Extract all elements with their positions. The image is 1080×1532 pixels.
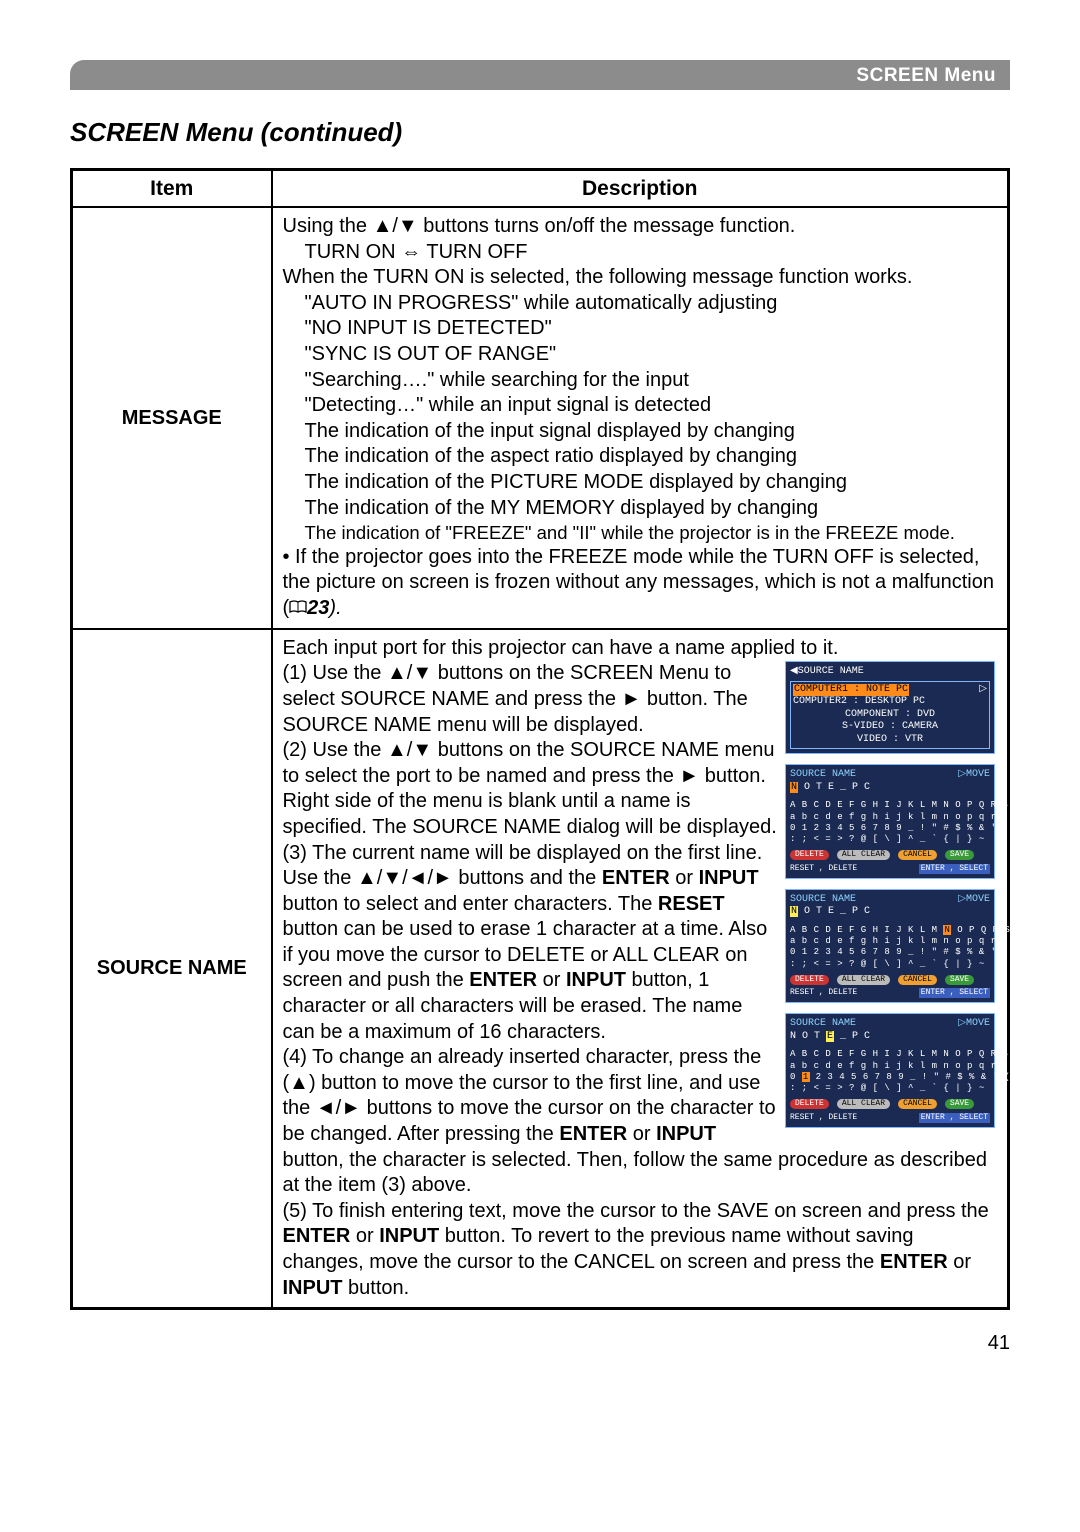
osd-dialog-3: SOURCE NAME▷MOVE N O T E _ P C A B C D E… [785, 1013, 995, 1128]
item-source-name: SOURCE NAME [72, 629, 272, 1309]
up-down-icon: ▲/▼ [387, 662, 432, 684]
leftright-icon: ⇔ [401, 241, 421, 263]
desc-source-name: Each input port for this projector can h… [272, 629, 1009, 1309]
osd-dialog-2: SOURCE NAME▷MOVE N O T E _ P C A B C D E… [785, 889, 995, 1004]
item-message: MESSAGE [72, 207, 272, 629]
header-label: SCREEN Menu [856, 64, 996, 89]
right-icon: ► [679, 765, 699, 787]
osd-screenshots: ◀SOURCE NAME COMPUTER1 : NOTE PC ▷ COMPU… [779, 661, 997, 1138]
col-header-item: Item [72, 169, 272, 207]
book-icon [289, 596, 307, 622]
osd-dialog-1: SOURCE NAME▷MOVE N O T E _ P C A B C D E… [785, 764, 995, 879]
up-down-icon: ▲/▼ [373, 215, 418, 237]
all-arrows-icon: ▲/▼/◄/► [357, 867, 453, 889]
section-title: SCREEN Menu (continued) [70, 116, 1010, 150]
menu-table: Item Description MESSAGE Using the ▲/▼ b… [70, 168, 1010, 1310]
page-number: 41 [70, 1330, 1010, 1356]
table-row: MESSAGE Using the ▲/▼ buttons turns on/o… [72, 207, 1009, 629]
up-icon: ▲ [289, 1072, 309, 1094]
col-header-description: Description [272, 169, 1009, 207]
osd-source-list: ◀SOURCE NAME COMPUTER1 : NOTE PC ▷ COMPU… [785, 661, 995, 754]
up-down-icon: ▲/▼ [387, 739, 432, 761]
header-bar: SCREEN Menu [70, 60, 1010, 90]
table-row: SOURCE NAME Each input port for this pro… [72, 629, 1009, 1309]
desc-message: Using the ▲/▼ buttons turns on/off the m… [272, 207, 1009, 629]
right-icon: ► [622, 688, 642, 710]
left-right-icon: ◄/► [316, 1097, 361, 1119]
